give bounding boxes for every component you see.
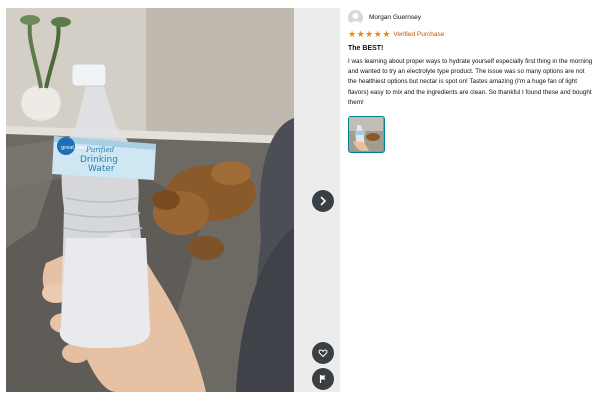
star-icon: ★ (348, 28, 357, 39)
star-icon: ★ (382, 28, 391, 39)
avatar (348, 9, 363, 25)
review-headline: The BEST! (348, 45, 384, 52)
review-panel: Morgan Guernsey ★ ★ ★ ★ ★ Verified Purch… (348, 8, 594, 154)
next-image-button[interactable] (312, 190, 334, 212)
report-button[interactable] (312, 368, 334, 390)
review-photo: great value Purified Drinking Water (6, 8, 294, 392)
thumbnail-image (349, 117, 383, 152)
reviewer-name[interactable]: Morgan Guernsey (369, 14, 421, 21)
like-button[interactable] (312, 342, 334, 364)
heart-icon (318, 349, 328, 358)
person-icon (350, 12, 361, 25)
star-icon: ★ (373, 28, 382, 39)
star-icon: ★ (356, 28, 365, 39)
flag-icon (319, 375, 326, 383)
rating-row: ★ ★ ★ ★ ★ Verified Purchase (348, 29, 594, 39)
bottle-label-line1: Purified (85, 146, 115, 154)
verified-purchase-badge: Verified Purchase (393, 30, 445, 38)
bottle-label-line3: Water (88, 164, 115, 174)
reviewer-row: Morgan Guernsey (348, 8, 594, 26)
chevron-right-icon (320, 196, 326, 206)
star-icon: ★ (365, 28, 374, 39)
review-image-viewer: great value Purified Drinking Water Morg… (0, 0, 600, 400)
review-photo-image: great value Purified Drinking Water (6, 8, 294, 392)
review-body: I was learning about proper ways to hydr… (348, 58, 593, 106)
review-image-thumbnail[interactable] (348, 116, 385, 154)
star-rating: ★ ★ ★ ★ ★ (348, 28, 391, 39)
